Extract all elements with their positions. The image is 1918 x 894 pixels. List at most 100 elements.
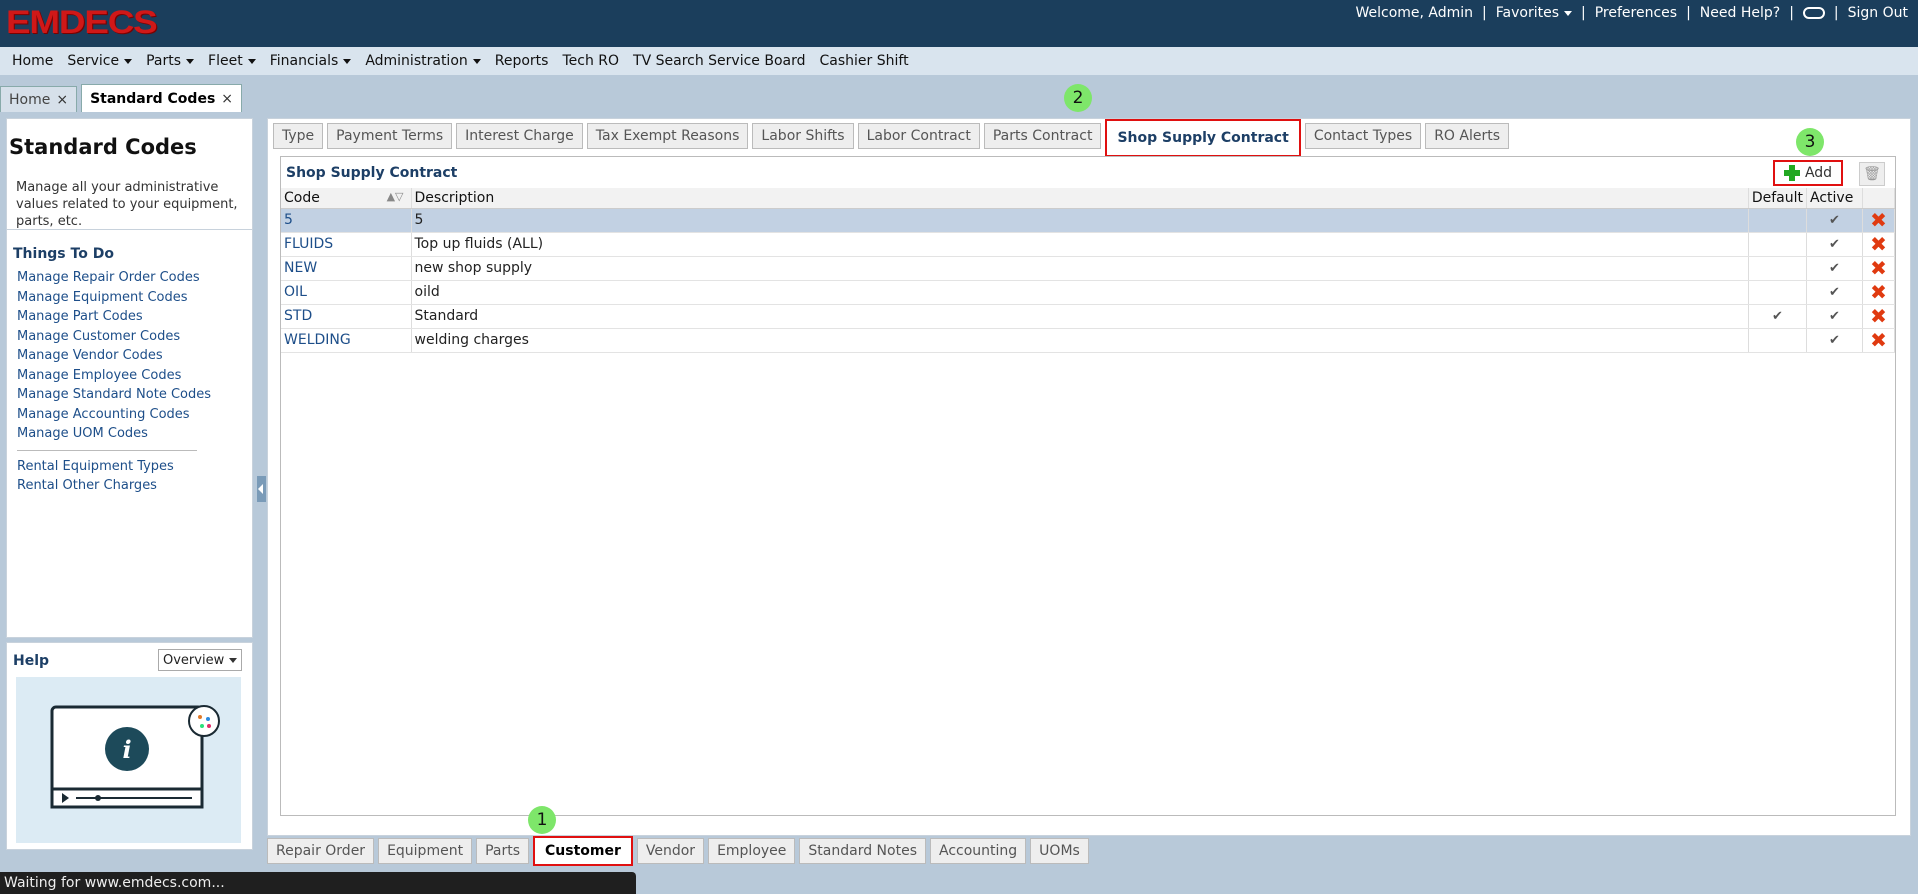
menu-reports[interactable]: Reports xyxy=(495,53,549,69)
cell-active[interactable]: ✔ xyxy=(1806,232,1863,257)
tab-uoms[interactable]: UOMs xyxy=(1030,838,1089,864)
cell-description[interactable]: Standard xyxy=(411,304,1749,329)
link-rental-other-charges[interactable]: Rental Other Charges xyxy=(17,476,252,496)
cell-active[interactable]: ✔ xyxy=(1806,328,1863,353)
help-topic-select[interactable]: Overview xyxy=(158,649,242,671)
tab-payment-terms[interactable]: Payment Terms xyxy=(327,123,453,149)
table-row[interactable]: 5 5 ✔ ✖ xyxy=(281,208,1895,233)
menu-parts[interactable]: Parts xyxy=(146,53,195,69)
menu-service[interactable]: Service xyxy=(67,53,133,69)
favorites-label: Favorites xyxy=(1495,5,1560,21)
cell-active[interactable]: ✔ xyxy=(1806,208,1863,233)
column-header-description[interactable]: Description xyxy=(411,188,1749,209)
table-row[interactable]: STD Standard ✔ ✔ ✖ xyxy=(281,304,1895,329)
tab-repair-order[interactable]: Repair Order xyxy=(267,838,375,864)
cell-code[interactable]: OIL xyxy=(281,280,412,305)
tab-parts-contract[interactable]: Parts Contract xyxy=(983,123,1102,149)
menu-financials[interactable]: Financials xyxy=(270,53,352,69)
close-icon[interactable]: × xyxy=(56,92,68,108)
doc-tab-standard-codes[interactable]: Standard Codes × xyxy=(81,84,243,112)
tab-customer[interactable]: Customer xyxy=(533,836,633,866)
menu-cashier-shift[interactable]: Cashier Shift xyxy=(820,53,909,69)
collapse-panel-handle[interactable] xyxy=(257,476,266,502)
sign-out-link[interactable]: Sign Out xyxy=(1848,5,1908,21)
link-rental-equipment-types[interactable]: Rental Equipment Types xyxy=(17,457,252,477)
column-header-active[interactable]: Active xyxy=(1806,188,1863,209)
tab-interest-charge[interactable]: Interest Charge xyxy=(456,123,583,149)
cell-description[interactable]: new shop supply xyxy=(411,256,1749,281)
link-manage-vendor-codes[interactable]: Manage Vendor Codes xyxy=(17,346,252,366)
cell-default[interactable]: ✔ xyxy=(1748,304,1808,329)
tab-labor-shifts[interactable]: Labor Shifts xyxy=(752,123,854,149)
cell-description[interactable]: welding charges xyxy=(411,328,1749,353)
link-manage-part-codes[interactable]: Manage Part Codes xyxy=(17,307,252,327)
top-links: Welcome, Admin | Favorites | Preferences… xyxy=(1355,5,1908,21)
doc-tab-home[interactable]: Home × xyxy=(0,86,78,112)
link-manage-accounting-codes[interactable]: Manage Accounting Codes xyxy=(17,405,252,425)
delete-row-button[interactable]: ✖ xyxy=(1862,208,1895,233)
cell-default[interactable] xyxy=(1748,280,1808,305)
chat-icon[interactable] xyxy=(1802,7,1825,19)
tab-standard-notes[interactable]: Standard Notes xyxy=(799,838,926,864)
cell-active[interactable]: ✔ xyxy=(1806,280,1863,305)
tab-vendor[interactable]: Vendor xyxy=(636,838,705,864)
table-row[interactable]: FLUIDS Top up fluids (ALL) ✔ ✖ xyxy=(281,232,1895,257)
need-help-link[interactable]: Need Help? xyxy=(1700,5,1780,21)
column-header-code[interactable]: Code ▲▽ xyxy=(281,188,412,209)
cell-code[interactable]: NEW xyxy=(281,256,412,281)
delete-row-button[interactable]: ✖ xyxy=(1862,232,1895,257)
cell-code[interactable]: 5 xyxy=(281,208,412,233)
link-manage-equipment-codes[interactable]: Manage Equipment Codes xyxy=(17,288,252,308)
delete-row-button[interactable]: ✖ xyxy=(1862,304,1895,329)
favorites-menu[interactable]: Favorites xyxy=(1495,5,1573,21)
preferences-link[interactable]: Preferences xyxy=(1595,5,1677,21)
link-manage-uom-codes[interactable]: Manage UOM Codes xyxy=(17,424,252,444)
tab-labor-contract[interactable]: Labor Contract xyxy=(857,123,980,149)
tab-contact-types[interactable]: Contact Types xyxy=(1304,123,1422,149)
delete-button[interactable]: 🗑 xyxy=(1859,162,1885,186)
delete-row-button[interactable]: ✖ xyxy=(1862,256,1895,281)
tab-employee[interactable]: Employee xyxy=(708,838,796,864)
menu-tech-ro[interactable]: Tech RO xyxy=(562,53,619,69)
cell-default[interactable] xyxy=(1748,256,1808,281)
help-video-thumbnail[interactable]: i xyxy=(16,677,241,843)
tab-ro-alerts[interactable]: RO Alerts xyxy=(1425,123,1510,149)
add-button[interactable]: Add xyxy=(1773,160,1843,186)
table-row[interactable]: NEW new shop supply ✔ ✖ xyxy=(281,256,1895,281)
tab-tax-exempt-reasons[interactable]: Tax Exempt Reasons xyxy=(586,123,749,149)
cell-description[interactable]: Top up fluids (ALL) xyxy=(411,232,1749,257)
things-to-do-title: Things To Do xyxy=(13,246,114,262)
delete-row-button[interactable]: ✖ xyxy=(1862,280,1895,305)
tab-equipment[interactable]: Equipment xyxy=(378,838,473,864)
cell-code[interactable]: FLUIDS xyxy=(281,232,412,257)
link-manage-repair-order-codes[interactable]: Manage Repair Order Codes xyxy=(17,268,252,288)
cell-active[interactable]: ✔ xyxy=(1806,304,1863,329)
cell-default[interactable] xyxy=(1748,208,1808,233)
menu-fleet[interactable]: Fleet xyxy=(208,53,256,69)
cell-description[interactable]: oild xyxy=(411,280,1749,305)
table-row[interactable]: WELDING welding charges ✔ ✖ xyxy=(281,328,1895,353)
table-row[interactable]: OIL oild ✔ ✖ xyxy=(281,280,1895,305)
menu-tv-search-service-board[interactable]: TV Search Service Board xyxy=(633,53,805,69)
tab-accounting[interactable]: Accounting xyxy=(929,838,1027,864)
tab-parts[interactable]: Parts xyxy=(476,838,529,864)
cell-active[interactable]: ✔ xyxy=(1806,256,1863,281)
menu-administration-label: Administration xyxy=(365,53,468,69)
sort-icon[interactable]: ▲▽ xyxy=(387,190,404,203)
browser-status-bar: Waiting for www.emdecs.com... xyxy=(0,872,636,894)
delete-row-button[interactable]: ✖ xyxy=(1862,328,1895,353)
tab-shop-supply-contract[interactable]: Shop Supply Contract xyxy=(1105,119,1301,157)
link-manage-customer-codes[interactable]: Manage Customer Codes xyxy=(17,327,252,347)
link-manage-employee-codes[interactable]: Manage Employee Codes xyxy=(17,366,252,386)
tab-type[interactable]: Type xyxy=(273,123,324,149)
close-icon[interactable]: × xyxy=(221,91,233,107)
column-header-default[interactable]: Default xyxy=(1748,188,1808,209)
cell-code[interactable]: STD xyxy=(281,304,412,329)
menu-home[interactable]: Home xyxy=(12,53,53,69)
cell-default[interactable] xyxy=(1748,232,1808,257)
link-manage-standard-note-codes[interactable]: Manage Standard Note Codes xyxy=(17,385,252,405)
cell-default[interactable] xyxy=(1748,328,1808,353)
menu-administration[interactable]: Administration xyxy=(365,53,481,69)
cell-description[interactable]: 5 xyxy=(411,208,1749,233)
cell-code[interactable]: WELDING xyxy=(281,328,412,353)
